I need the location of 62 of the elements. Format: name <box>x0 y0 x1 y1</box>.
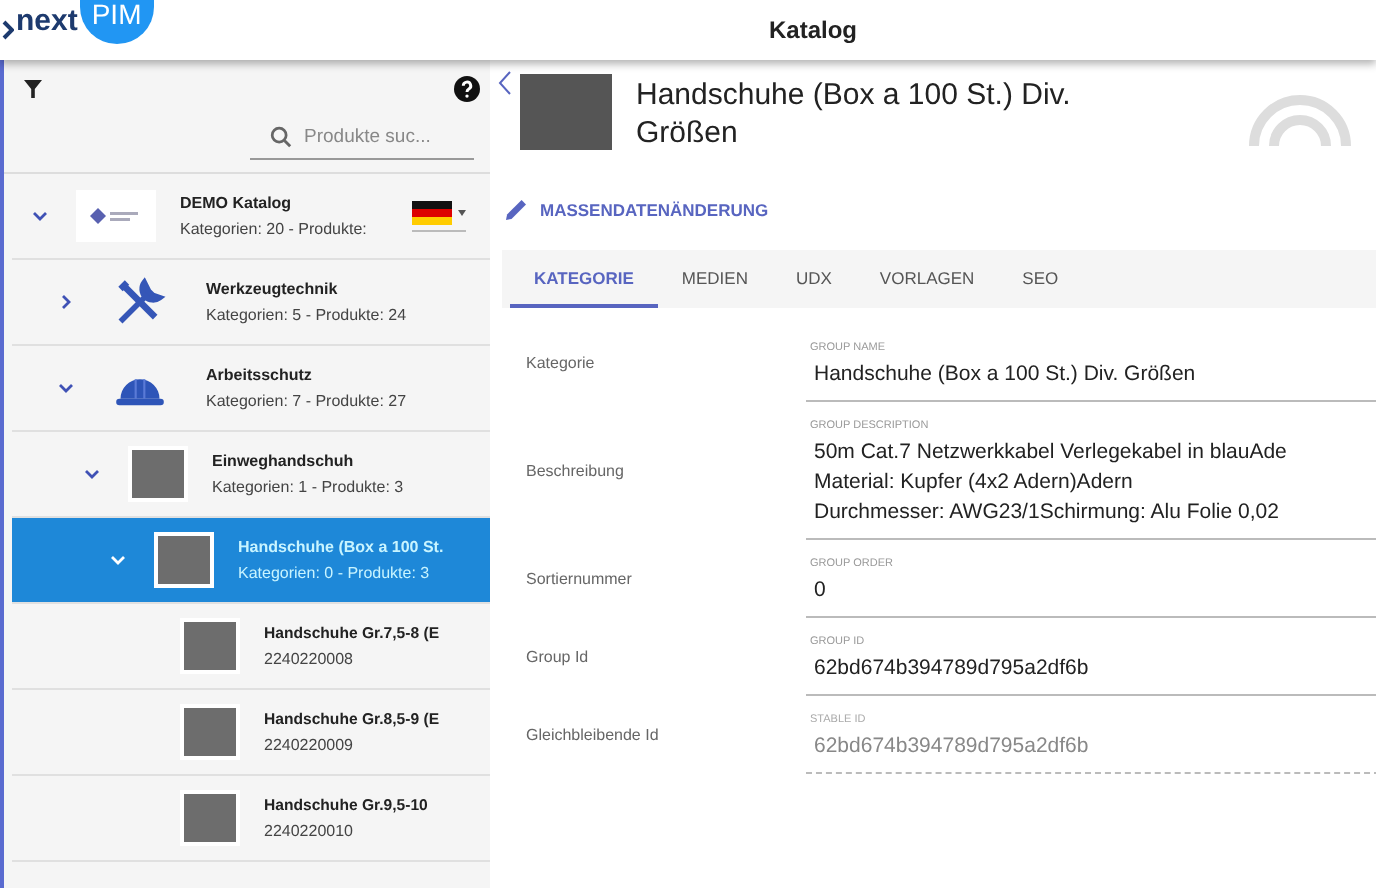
tab[interactable]: MEDIEN <box>657 250 772 308</box>
photo-placeholder <box>520 74 612 150</box>
field-label: Beschreibung <box>526 462 626 480</box>
photo-placeholder <box>154 532 214 588</box>
tab[interactable]: UDX <box>771 250 856 308</box>
item-subtitle: 2240220009 <box>264 734 355 756</box>
field-value: 62bd674b394789d795a2df6b <box>814 732 1091 762</box>
search-field[interactable]: Produkte suc... <box>304 126 444 148</box>
catalog-logo-icon <box>76 190 156 242</box>
chevron-icon[interactable] <box>110 552 126 568</box>
tree-item[interactable]: Arbeitsschutz Kategorien: 7 - Produkte: 27 <box>12 346 490 432</box>
tree-item[interactable]: DEMO Katalog Kategorien: 20 - Produkte: <box>12 174 490 260</box>
field-label: Sortiernummer <box>526 570 634 588</box>
field-value: 0 <box>814 576 828 606</box>
photo-placeholder <box>180 790 240 846</box>
item-subtitle: Kategorien: 0 - Produkte: 3 <box>238 562 432 584</box>
tools-icon <box>114 276 166 328</box>
chevron-icon[interactable] <box>58 294 74 310</box>
field-value: Handschuhe (Box a 100 St.) Div. Größen <box>814 360 1198 390</box>
filter-icon[interactable] <box>24 80 42 98</box>
field-value: Durchmesser: AWG23/1Schirmung: Alu Folie 0,02 <box>814 498 1281 528</box>
item-subtitle: Kategorien: 20 - Produkte: <box>180 218 367 240</box>
item-title: Handschuhe (Box a 100 St. <box>238 536 444 558</box>
tab[interactable]: KATEGORIE <box>510 250 658 308</box>
item-subtitle: 2240220010 <box>264 820 355 842</box>
logo-badge: PIM <box>79 0 154 44</box>
back-chevron-icon[interactable] <box>498 70 512 96</box>
mass-edit-button[interactable]: MASSENDATENÄNDERUNG <box>502 194 773 224</box>
flag-icon <box>412 200 452 226</box>
item-title: Werkzeugtechnik <box>206 278 340 300</box>
item-subtitle: Kategorien: 1 - Produkte: 3 <box>212 476 404 498</box>
field-value: 50m Cat.7 Netzwerkkabel Verlegekabel in blauAde <box>814 438 1289 468</box>
item-subtitle: Kategorien: 7 - Produkte: 27 <box>206 390 407 412</box>
caret-icon <box>458 210 466 216</box>
tab[interactable]: VORLAGEN <box>855 250 999 308</box>
chevron-icon[interactable] <box>32 208 48 224</box>
field-label: Kategorie <box>526 354 597 372</box>
language-select[interactable] <box>412 200 466 232</box>
item-title: Arbeitsschutz <box>206 364 314 386</box>
pencil-icon <box>506 198 528 220</box>
item-title: DEMO Katalog <box>180 192 294 214</box>
help-icon[interactable] <box>454 76 480 102</box>
loading-arcs-icon <box>1248 94 1352 148</box>
tab[interactable]: SEO <box>998 250 1083 308</box>
item-subtitle: Kategorien: 5 - Produkte: 24 <box>206 304 407 326</box>
field-label: Group Id <box>526 648 591 666</box>
photo-placeholder <box>180 618 240 674</box>
page-title: Katalog <box>766 16 859 44</box>
item-title: Einweghandschuh <box>212 450 356 472</box>
search-icon <box>270 126 292 148</box>
photo-placeholder <box>180 704 240 760</box>
chevron-icon <box>2 20 14 40</box>
photo-placeholder <box>128 446 188 502</box>
detail-title: Handschuhe (Box a 100 St.) Div. Größen <box>636 76 1073 152</box>
field-value: 62bd674b394789d795a2df6b <box>814 654 1091 684</box>
logo-text: next <box>16 3 78 37</box>
tree-item[interactable]: Werkzeugtechnik Kategorien: 5 - Produkte: 24 <box>12 260 490 346</box>
chevron-icon[interactable] <box>84 466 100 482</box>
item-subtitle: 2240220008 <box>264 648 355 670</box>
chevron-icon[interactable] <box>58 380 74 396</box>
field-value: Material: Kupfer (4x2 Adern)Adern <box>814 468 1135 498</box>
field-label: Gleichbleibende Id <box>526 726 661 744</box>
